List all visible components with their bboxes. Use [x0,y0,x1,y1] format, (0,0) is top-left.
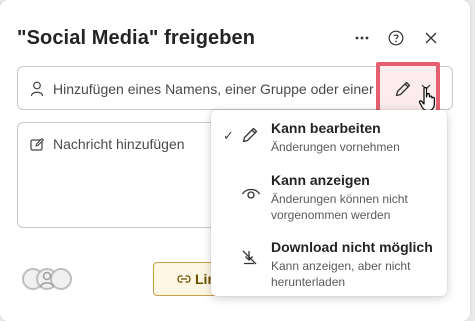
message-field[interactable]: Nachricht hinzufügen [17,122,217,228]
pencil-icon [395,81,411,97]
option-description: Änderungen können nicht vorgenommen werd… [271,192,408,222]
more-icon [355,36,369,40]
option-title: Download nicht möglich [271,239,433,255]
option-title: Kann bearbeiten [271,120,381,136]
hand-cursor-icon [418,86,435,112]
option-description: Änderungen vornehmen [271,140,400,154]
shared-people-logo [22,268,72,290]
help-button[interactable] [386,28,406,48]
option-title: Kann anzeigen [271,172,370,188]
option-description: Kann anzeigen, aber nicht herunterladen [271,259,411,289]
message-placeholder: Nachricht hinzufügen [53,136,185,152]
people-input-placeholder: Hinzufügen eines Namens, einer Gruppe od… [53,81,374,97]
eye-icon [241,188,261,199]
permission-menu: ✓ Kann bearbeiten Änderungen vornehmen K… [211,110,447,296]
help-icon [388,30,404,46]
no-download-icon [242,250,257,265]
checkmark-icon: ✓ [223,128,234,143]
permission-option-no-download[interactable]: Download nicht möglich Kann anzeigen, ab… [211,239,447,289]
pencil-icon [242,127,258,143]
permission-option-can-view[interactable]: Kann anzeigen Änderungen können nicht vo… [211,172,447,222]
close-icon [425,32,437,44]
permission-option-can-edit[interactable]: ✓ Kann bearbeiten Änderungen vornehmen [211,120,447,156]
person-icon [30,81,44,97]
share-dialog: "Social Media" freigeben Hinzufügen eine… [0,0,470,321]
more-options-button[interactable] [352,28,372,48]
close-button[interactable] [421,28,441,48]
message-icon [30,138,44,151]
link-icon [177,275,191,283]
dialog-title: "Social Media" freigeben [17,27,256,49]
